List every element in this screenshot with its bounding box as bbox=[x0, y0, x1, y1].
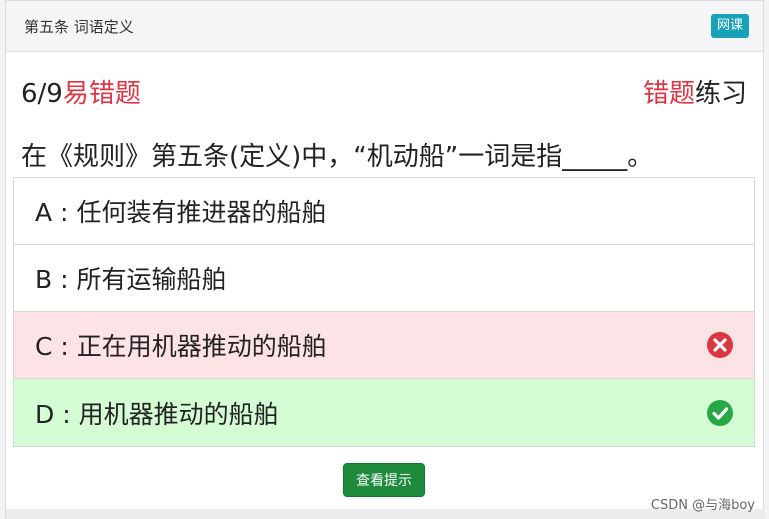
mode-title: 错题练习 bbox=[643, 73, 747, 110]
progress-label: 易错题 bbox=[62, 78, 141, 109]
question-text: 在《规则》第五条(定义)中，“机动船”一词是指_____。 bbox=[21, 141, 654, 172]
option-d[interactable]: D : 用机器推动的船舶 bbox=[14, 379, 754, 446]
options-list: A : 任何装有推进器的船舶 B : 所有运输船舶 C : 正在用机器推动的船舶… bbox=[13, 177, 755, 447]
check-circle-icon bbox=[707, 399, 733, 426]
panel-header: 第五条 词语定义 网课 bbox=[6, 1, 763, 52]
progress-indicator: 6/9易错题 bbox=[21, 73, 141, 110]
option-a[interactable]: A : 任何装有推进器的船舶 bbox=[14, 178, 754, 245]
progress-count: 6/9 bbox=[21, 78, 63, 109]
option-b[interactable]: B : 所有运输船舶 bbox=[14, 245, 754, 312]
x-circle-icon bbox=[707, 332, 733, 358]
online-course-badge[interactable]: 网课 bbox=[710, 14, 749, 38]
option-d-label: D : 用机器推动的船舶 bbox=[35, 399, 279, 429]
option-c[interactable]: C : 正在用机器推动的船舶 bbox=[14, 312, 754, 379]
option-a-label: A : 任何装有推进器的船舶 bbox=[35, 198, 327, 227]
option-c-label: C : 正在用机器推动的船舶 bbox=[35, 332, 327, 361]
info-row: 6/9易错题 错题练习 bbox=[6, 52, 763, 130]
csdn-credit: CSDN @与海boy bbox=[650, 498, 755, 513]
view-hint-button[interactable]: 查看提示 bbox=[343, 463, 425, 497]
option-b-label: B : 所有运输船舶 bbox=[35, 265, 227, 294]
mode-highlight: 错题 bbox=[642, 78, 695, 109]
section-title: 第五条 词语定义 bbox=[24, 17, 134, 36]
quiz-panel: 第五条 词语定义 网课 6/9易错题 错题练习 在《规则》第五条(定义)中，“机… bbox=[5, 0, 765, 519]
mode-rest: 练习 bbox=[694, 78, 747, 109]
